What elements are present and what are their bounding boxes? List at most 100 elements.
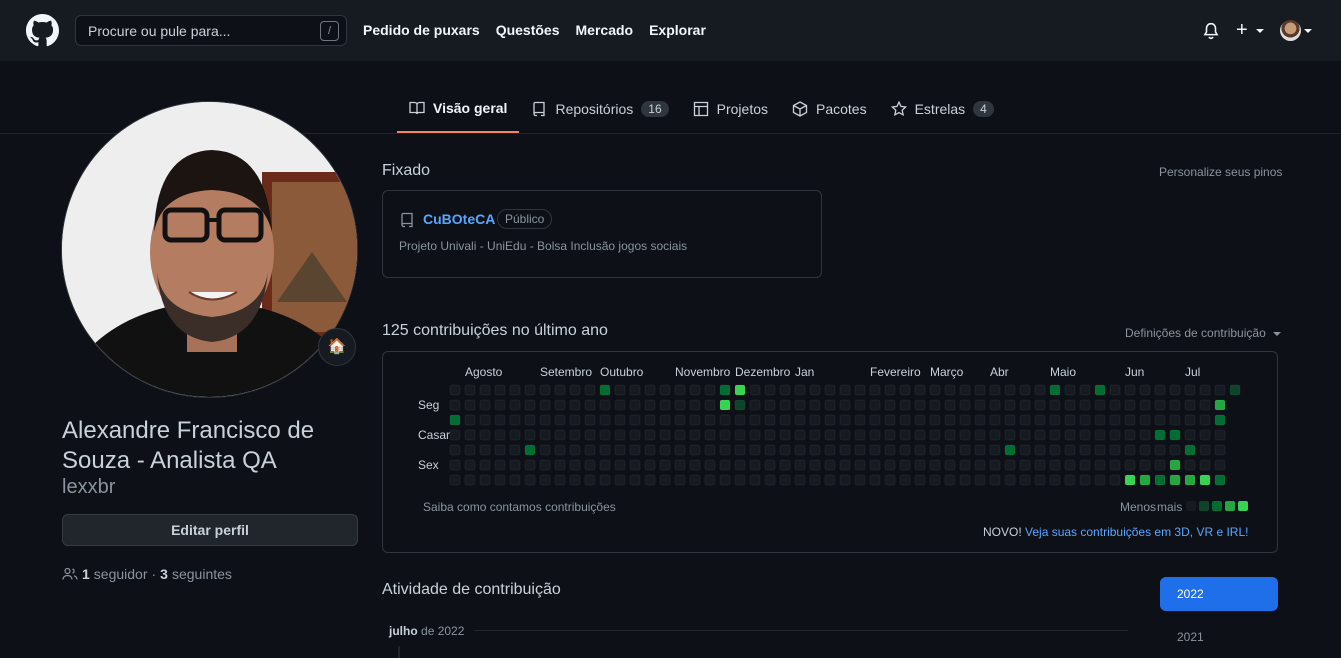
contribution-day-cell[interactable] [824,399,836,411]
contribution-day-cell[interactable] [464,444,476,456]
followers-label[interactable]: seguidor [94,566,148,582]
contribution-day-cell[interactable] [1109,444,1121,456]
contribution-day-cell[interactable] [884,444,896,456]
contribution-day-cell[interactable] [1124,459,1136,471]
learn-contributions-link[interactable]: Saiba como contamos contribuições [423,500,616,514]
contribution-day-cell[interactable] [479,414,491,426]
contribution-day-cell[interactable] [929,474,941,486]
contribution-day-cell[interactable] [524,444,536,456]
contribution-day-cell[interactable] [584,444,596,456]
contribution-day-cell[interactable] [899,414,911,426]
contribution-day-cell[interactable] [1229,384,1241,396]
contribution-day-cell[interactable] [524,414,536,426]
contribution-day-cell[interactable] [1169,474,1181,486]
plus-icon[interactable]: + [1236,19,1248,42]
contribution-day-cell[interactable] [869,399,881,411]
contribution-day-cell[interactable] [794,384,806,396]
contribution-day-cell[interactable] [1139,444,1151,456]
contribution-day-cell[interactable] [1049,414,1061,426]
contribution-day-cell[interactable] [569,384,581,396]
contribution-day-cell[interactable] [494,474,506,486]
contribution-day-cell[interactable] [974,399,986,411]
contribution-day-cell[interactable] [509,429,521,441]
contribution-day-cell[interactable] [449,444,461,456]
contribution-day-cell[interactable] [464,414,476,426]
contribution-day-cell[interactable] [1079,399,1091,411]
contribution-day-cell[interactable] [1004,399,1016,411]
contribution-day-cell[interactable] [989,444,1001,456]
contribution-day-cell[interactable] [824,384,836,396]
contribution-day-cell[interactable] [449,429,461,441]
contribution-day-cell[interactable] [1109,414,1121,426]
contribution-day-cell[interactable] [539,429,551,441]
contribution-day-cell[interactable] [764,429,776,441]
contribution-day-cell[interactable] [794,474,806,486]
contribution-day-cell[interactable] [1139,459,1151,471]
contribution-day-cell[interactable] [1109,429,1121,441]
contribution-day-cell[interactable] [929,444,941,456]
contribution-day-cell[interactable] [824,414,836,426]
contribution-day-cell[interactable] [1064,399,1076,411]
contribution-day-cell[interactable] [1139,474,1151,486]
contribution-day-cell[interactable] [569,429,581,441]
user-avatar-small[interactable] [1280,20,1301,41]
contribution-day-cell[interactable] [1064,429,1076,441]
contribution-day-cell[interactable] [659,414,671,426]
contribution-day-cell[interactable] [989,414,1001,426]
contribution-day-cell[interactable] [479,459,491,471]
contribution-day-cell[interactable] [644,399,656,411]
contribution-day-cell[interactable] [494,414,506,426]
contribution-day-cell[interactable] [674,429,686,441]
contribution-day-cell[interactable] [944,399,956,411]
contribution-day-cell[interactable] [899,459,911,471]
contribution-day-cell[interactable] [1004,384,1016,396]
contribution-day-cell[interactable] [1199,444,1211,456]
contribution-day-cell[interactable] [764,414,776,426]
contribution-day-cell[interactable] [509,414,521,426]
tab-projects[interactable]: Projetos [681,88,780,130]
contribution-day-cell[interactable] [494,459,506,471]
contribution-day-cell[interactable] [734,444,746,456]
contribution-day-cell[interactable] [509,444,521,456]
contribution-day-cell[interactable] [494,399,506,411]
contribution-day-cell[interactable] [1079,459,1091,471]
contribution-day-cell[interactable] [1019,444,1031,456]
contribution-day-cell[interactable] [1154,414,1166,426]
contribution-day-cell[interactable] [614,429,626,441]
contribution-day-cell[interactable] [1094,429,1106,441]
contribution-day-cell[interactable] [1154,459,1166,471]
contribution-day-cell[interactable] [809,474,821,486]
contribution-day-cell[interactable] [734,474,746,486]
contribution-day-cell[interactable] [719,474,731,486]
contribution-day-cell[interactable] [1139,429,1151,441]
followers-count[interactable]: 1 [82,566,90,582]
contribution-day-cell[interactable] [974,474,986,486]
contribution-day-cell[interactable] [854,444,866,456]
contribution-day-cell[interactable] [1124,399,1136,411]
contribution-day-cell[interactable] [494,444,506,456]
contribution-day-cell[interactable] [704,414,716,426]
contribution-day-cell[interactable] [749,459,761,471]
contribution-day-cell[interactable] [854,474,866,486]
contribution-day-cell[interactable] [809,459,821,471]
contribution-day-cell[interactable] [539,444,551,456]
contribution-settings-dropdown[interactable]: Definições de contribuição [1125,326,1282,340]
contribution-day-cell[interactable] [464,459,476,471]
contribution-day-cell[interactable] [674,399,686,411]
contribution-day-cell[interactable] [689,429,701,441]
contribution-day-cell[interactable] [869,429,881,441]
contribution-day-cell[interactable] [719,384,731,396]
contribution-day-cell[interactable] [884,459,896,471]
contribution-day-cell[interactable] [1019,474,1031,486]
contribution-day-cell[interactable] [719,444,731,456]
contribution-day-cell[interactable] [659,459,671,471]
contribution-day-cell[interactable] [749,414,761,426]
contribution-day-cell[interactable] [1034,414,1046,426]
contribution-day-cell[interactable] [1124,429,1136,441]
contribution-day-cell[interactable] [989,399,1001,411]
contribution-day-cell[interactable] [704,384,716,396]
contribution-day-cell[interactable] [1079,444,1091,456]
contribution-day-cell[interactable] [524,429,536,441]
customize-pins-link[interactable]: Personalize seus pinos [1159,165,1282,179]
contribution-day-cell[interactable] [974,384,986,396]
